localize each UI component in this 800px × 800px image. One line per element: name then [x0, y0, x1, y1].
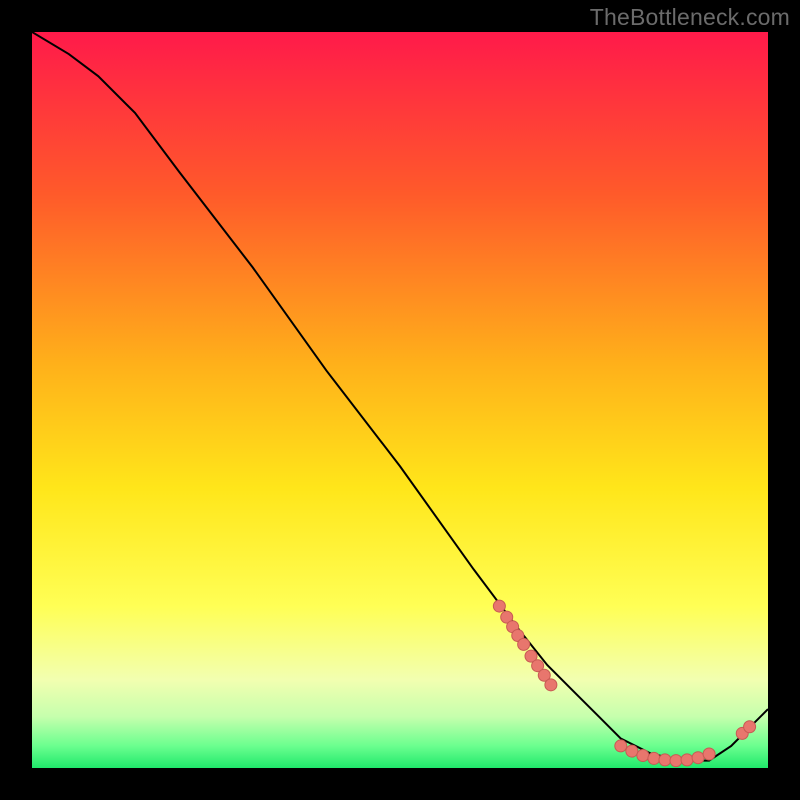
gradient-background [32, 32, 768, 768]
data-point [637, 749, 649, 761]
data-point [648, 752, 660, 764]
data-point [518, 638, 530, 650]
plot-area [32, 32, 768, 768]
data-point [692, 752, 704, 764]
data-point [659, 754, 671, 766]
data-point [670, 755, 682, 767]
chart-container: TheBottleneck.com [0, 0, 800, 800]
data-point [744, 721, 756, 733]
data-point [703, 748, 715, 760]
data-point [615, 740, 627, 752]
watermark-text: TheBottleneck.com [590, 4, 790, 31]
data-point [545, 679, 557, 691]
data-point [681, 754, 693, 766]
data-point [626, 745, 638, 757]
plot-svg [32, 32, 768, 768]
data-point [493, 600, 505, 612]
